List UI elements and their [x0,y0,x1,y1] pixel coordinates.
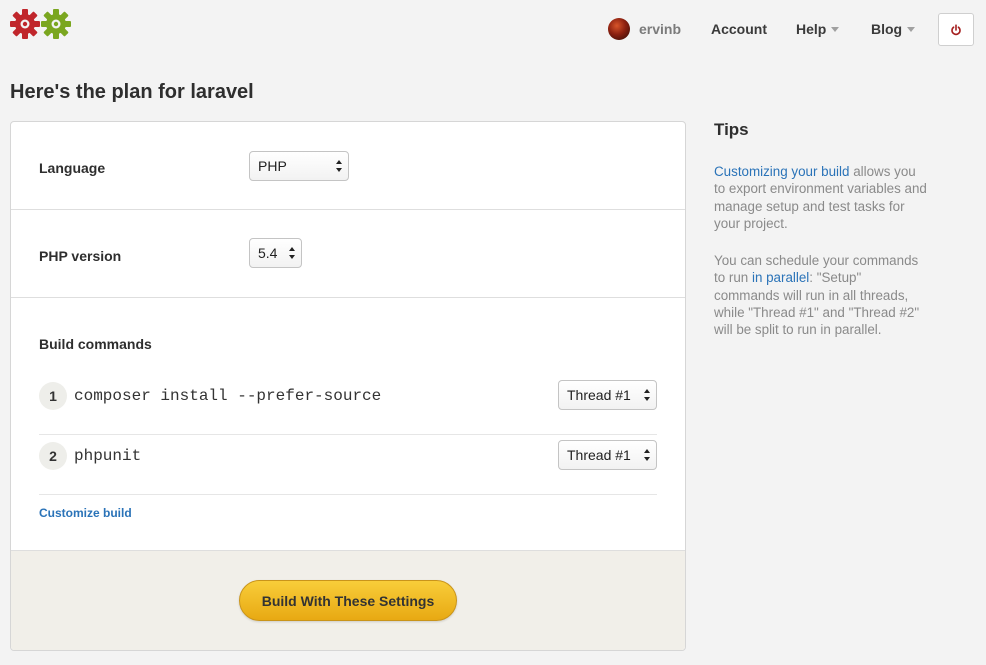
nav-blog-menu[interactable]: Blog [871,21,916,37]
thread-select[interactable]: Thread #1 [558,440,657,470]
php-version-row: PHP version 5.4 [11,210,685,298]
command-row: 2 phpunit Thread #1 [39,435,657,495]
username[interactable]: ervinb [639,21,681,37]
user-menu[interactable]: ervinb [608,18,681,40]
command-number: 1 [39,382,67,410]
select-arrows-icon [289,247,295,259]
build-commands-label: Build commands [39,336,152,352]
tips-title: Tips [714,120,749,139]
php-version-select-value: 5.4 [258,245,278,261]
php-version-select[interactable]: 5.4 [249,238,302,268]
page-title: Here's the plan for laravel [10,81,254,103]
language-row: Language PHP [11,122,685,210]
tips-panel: Tips Customizing your build allows you t… [714,120,929,359]
nav-blog-label: Blog [871,21,903,37]
command-row: 1 composer install --prefer-source Threa… [39,375,657,435]
customizing-build-link[interactable]: Customizing your build [714,164,849,179]
language-label: Language [39,160,106,176]
php-version-label: PHP version [39,248,122,264]
travis-gears-logo[interactable] [10,9,72,39]
top-navigation: ervinb Account Help Blog [0,0,986,60]
language-select[interactable]: PHP [249,151,349,181]
language-select-value: PHP [258,158,287,174]
chevron-down-icon [831,26,840,32]
thread-select-value: Thread #1 [567,447,631,463]
command-number: 2 [39,442,67,470]
thread-select[interactable]: Thread #1 [558,380,657,410]
nav-help-menu[interactable]: Help [796,21,840,37]
customize-build-link[interactable]: Customize build [39,506,132,520]
command-text: composer install --prefer-source [74,387,382,405]
command-text: phpunit [74,447,142,465]
build-with-settings-button[interactable]: Build With These Settings [239,580,457,621]
card-footer: Build With These Settings [11,550,685,650]
chevron-down-icon [907,26,916,32]
avatar[interactable] [608,18,630,40]
sign-out-button[interactable] [938,13,974,46]
select-arrows-icon [644,449,650,461]
nav-account-link[interactable]: Account [711,21,767,37]
select-arrows-icon [644,389,650,401]
build-plan-card: Language PHP PHP version 5.4 Build comma… [10,121,686,651]
tips-paragraph-customize: Customizing your build allows you to exp… [714,163,929,232]
tips-paragraph-parallel: You can schedule your commands to run in… [714,252,929,338]
in-parallel-link[interactable]: in parallel [752,270,809,285]
power-icon [951,23,961,35]
thread-select-value: Thread #1 [567,387,631,403]
select-arrows-icon [336,160,342,172]
nav-help-label: Help [796,21,827,37]
